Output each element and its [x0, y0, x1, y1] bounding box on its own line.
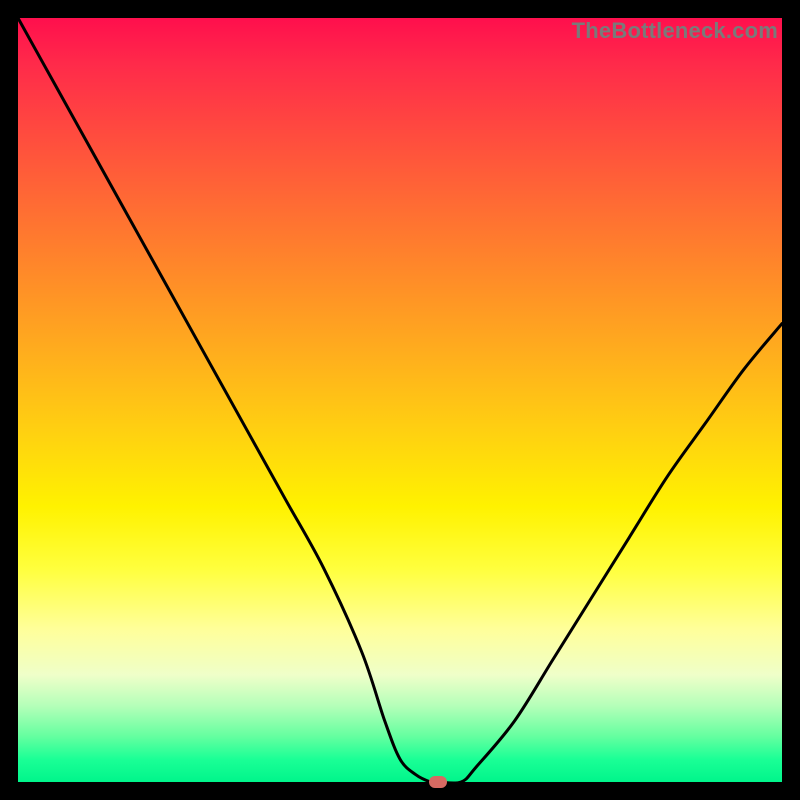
bottleneck-curve	[18, 18, 782, 782]
optimal-point-marker	[429, 776, 447, 788]
chart-plot-area: TheBottleneck.com	[18, 18, 782, 782]
chart-frame: TheBottleneck.com	[0, 0, 800, 800]
